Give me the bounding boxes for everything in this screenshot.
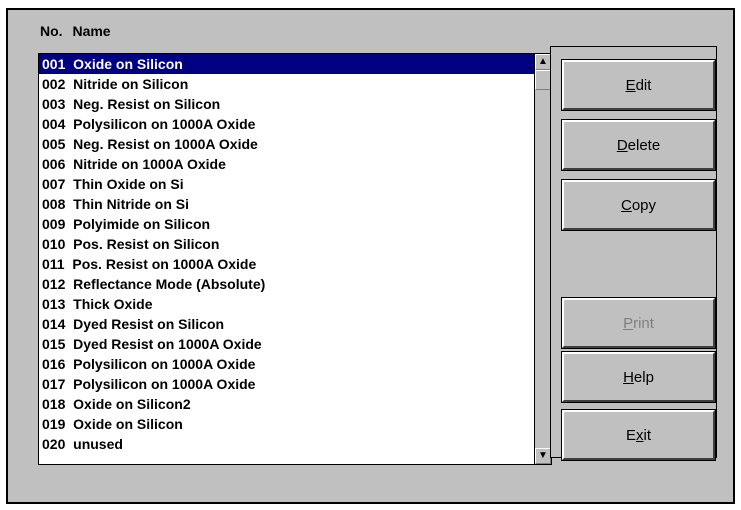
scroll-thumb[interactable] [535,70,551,90]
list-item[interactable]: 007 Thin Oxide on Si [39,174,534,194]
list-item-no: 009 [42,216,66,232]
list-item[interactable]: 005 Neg. Resist on 1000A Oxide [39,134,534,154]
list-item-name: Nitride on Silicon [73,76,189,92]
list-item-name: Pos. Resist on Silicon [73,236,220,252]
list-item-name: Oxide on Silicon [73,56,183,72]
help-button[interactable]: Help [561,351,716,403]
list-item-name: Thin Nitride on Si [73,196,190,212]
list-item[interactable]: 006 Nitride on 1000A Oxide [39,154,534,174]
list-item[interactable]: 008 Thin Nitride on Si [39,194,534,214]
list-item[interactable]: 003 Neg. Resist on Silicon [39,94,534,114]
button-panel: Edit Delete Copy Print Help Ex it [550,46,717,461]
list-item[interactable]: 009 Polyimide on Silicon [39,214,534,234]
list-item[interactable]: 017 Polysilicon on 1000A Oxide [39,374,534,394]
delete-button[interactable]: Delete [561,119,716,171]
list-item-no: 014 [42,316,66,332]
list-item-no: 011 [42,256,65,272]
edit-button[interactable]: Edit [561,59,716,111]
exit-button[interactable]: Ex it [561,409,716,461]
list-item[interactable]: 018 Oxide on Silicon2 [39,394,534,414]
list-item[interactable]: 020 unused [39,434,534,454]
list-item-name: unused [73,436,123,452]
list-item-name: Pos. Resist on 1000A Oxide [72,256,257,272]
scroll-up-button[interactable]: ▲ [535,54,551,70]
list-item-name: Polysilicon on 1000A Oxide [73,116,256,132]
list-item-name: Polysilicon on 1000A Oxide [73,376,256,392]
list-item-name: Neg. Resist on 1000A Oxide [73,136,258,152]
recipe-listbox[interactable]: 001 Oxide on Silicon 002 Nitride on Silic… [38,53,552,465]
recipe-list[interactable]: 001 Oxide on Silicon 002 Nitride on Silic… [39,54,534,464]
list-item-name: Dyed Resist on 1000A Oxide [73,336,262,352]
list-item[interactable]: 013 Thick Oxide [39,294,534,314]
list-item-no: 020 [42,436,66,452]
print-button[interactable]: Print [561,297,716,349]
list-item[interactable]: 016 Polysilicon on 1000A Oxide [39,354,534,374]
list-item-name: Thin Oxide on Si [73,176,184,192]
list-item-no: 013 [42,296,66,312]
list-item-no: 019 [42,416,66,432]
list-item[interactable]: 012 Reflectance Mode (Absolute) [39,274,534,294]
list-item-name: Oxide on Silicon [73,416,183,432]
list-item-no: 006 [42,156,66,172]
list-item[interactable]: 019 Oxide on Silicon [39,414,534,434]
list-item-name: Nitride on 1000A Oxide [73,156,226,172]
list-item[interactable]: 002 Nitride on Silicon [39,74,534,94]
list-item-no: 017 [42,376,66,392]
list-item[interactable]: 004 Polysilicon on 1000A Oxide [39,114,534,134]
vertical-scrollbar[interactable]: ▲ ▼ [534,54,551,464]
arrow-down-icon: ▼ [538,450,548,461]
list-item-name: Dyed Resist on Silicon [73,316,225,332]
list-item-name: Neg. Resist on Silicon [73,96,221,112]
list-item[interactable]: 010 Pos. Resist on Silicon [39,234,534,254]
list-item[interactable]: 011 Pos. Resist on 1000A Oxide [39,254,534,274]
list-item-no: 016 [42,356,66,372]
arrow-up-icon: ▲ [538,56,548,67]
list-item[interactable]: 001 Oxide on Silicon [39,54,534,74]
list-item-no: 005 [42,136,66,152]
list-item-name: Reflectance Mode (Absolute) [73,276,266,292]
copy-button[interactable]: Copy [561,179,716,231]
header-name-label: Name [72,23,111,39]
list-item-no: 008 [42,196,66,212]
scroll-down-button[interactable]: ▼ [535,448,551,464]
list-item-no: 007 [42,176,66,192]
list-item-no: 010 [42,236,66,252]
list-item-no: 004 [42,116,66,132]
list-header: No. Name [40,23,117,39]
list-item[interactable]: 015 Dyed Resist on 1000A Oxide [39,334,534,354]
list-item-no: 003 [42,96,66,112]
list-item-no: 002 [42,76,66,92]
list-item-no: 015 [42,336,66,352]
list-item-name: Polysilicon on 1000A Oxide [73,356,256,372]
list-item-name: Oxide on Silicon2 [73,396,191,412]
list-item[interactable]: 014 Dyed Resist on Silicon [39,314,534,334]
list-item-no: 012 [42,276,66,292]
header-no-label: No. [40,23,63,39]
list-item-no: 018 [42,396,66,412]
list-item-no: 001 [42,56,66,72]
list-item-name: Thick Oxide [73,296,153,312]
list-item-name: Polyimide on Silicon [73,216,211,232]
